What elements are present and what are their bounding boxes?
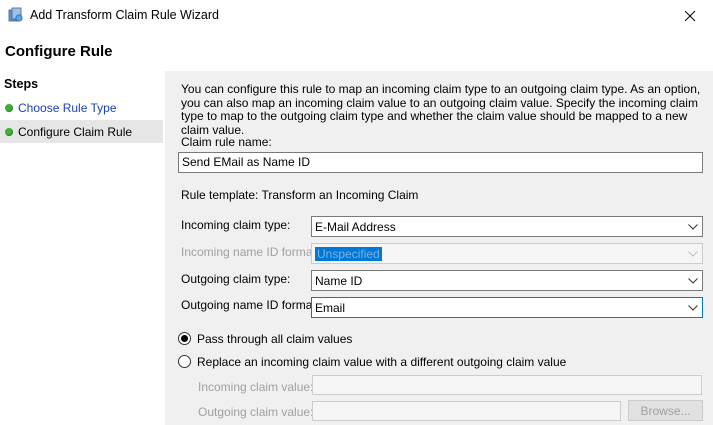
pass-through-radio[interactable] [178, 332, 191, 345]
incoming-claim-type-value: E-Mail Address [315, 219, 396, 234]
outgoing-claim-value-label: Outgoing claim value: [198, 405, 314, 419]
step-label: Configure Claim Rule [18, 124, 133, 139]
outgoing-claim-type-value: Name ID [315, 273, 363, 288]
chevron-down-icon [684, 244, 702, 263]
outgoing-name-id-format-select[interactable]: Email [311, 297, 703, 318]
step-configure-claim-rule[interactable]: Configure Claim Rule [0, 120, 163, 143]
pass-through-label: Pass through all claim values [197, 332, 353, 346]
incoming-claim-value-label: Incoming claim value: [198, 380, 314, 394]
steps-heading: Steps [4, 77, 39, 91]
incoming-name-id-format-value: Unspecified [315, 246, 382, 261]
claim-rule-name-label: Claim rule name: [181, 135, 272, 149]
incoming-name-id-format-label: Incoming name ID format: [181, 245, 320, 259]
steps-panel: Steps Choose Rule Type Configure Claim R… [0, 71, 165, 425]
rule-template-label: Rule template: Transform an Incoming Cla… [181, 188, 419, 202]
chevron-down-icon [684, 298, 702, 317]
window-title: Add Transform Claim Rule Wizard [30, 8, 219, 22]
header-band: Configure Rule [0, 31, 713, 71]
outgoing-claim-value-input [312, 401, 621, 421]
close-button[interactable] [667, 0, 713, 31]
step-choose-rule-type[interactable]: Choose Rule Type [0, 96, 163, 119]
page-title: Configure Rule [5, 43, 113, 60]
browse-button: Browse... [628, 400, 703, 421]
title-bar: Add Transform Claim Rule Wizard [0, 0, 713, 31]
claim-rule-name-input[interactable]: Send EMail as Name ID [178, 152, 703, 173]
chevron-down-icon [684, 217, 702, 236]
close-icon [684, 10, 696, 21]
outgoing-name-id-format-value: Email [315, 300, 346, 315]
incoming-name-id-format-select: Unspecified [311, 243, 703, 264]
replace-value-label: Replace an incoming claim value with a d… [197, 355, 567, 369]
incoming-claim-type-label: Incoming claim type: [181, 218, 291, 232]
chevron-down-icon [684, 271, 702, 290]
incoming-claim-type-select[interactable]: E-Mail Address [311, 216, 703, 237]
step-label: Choose Rule Type [18, 100, 117, 115]
replace-value-radio[interactable] [178, 355, 191, 368]
outgoing-claim-type-label: Outgoing claim type: [181, 272, 291, 286]
step-complete-icon [5, 103, 13, 112]
incoming-claim-value-input [312, 375, 702, 395]
claim-rule-wizard-icon [8, 7, 23, 22]
content-panel: You can configure this rule to map an in… [165, 71, 713, 425]
step-current-icon [5, 127, 13, 136]
outgoing-name-id-format-label: Outgoing name ID format: [181, 298, 320, 312]
description-text: You can configure this rule to map an in… [181, 82, 701, 137]
outgoing-claim-type-select[interactable]: Name ID [311, 270, 703, 291]
